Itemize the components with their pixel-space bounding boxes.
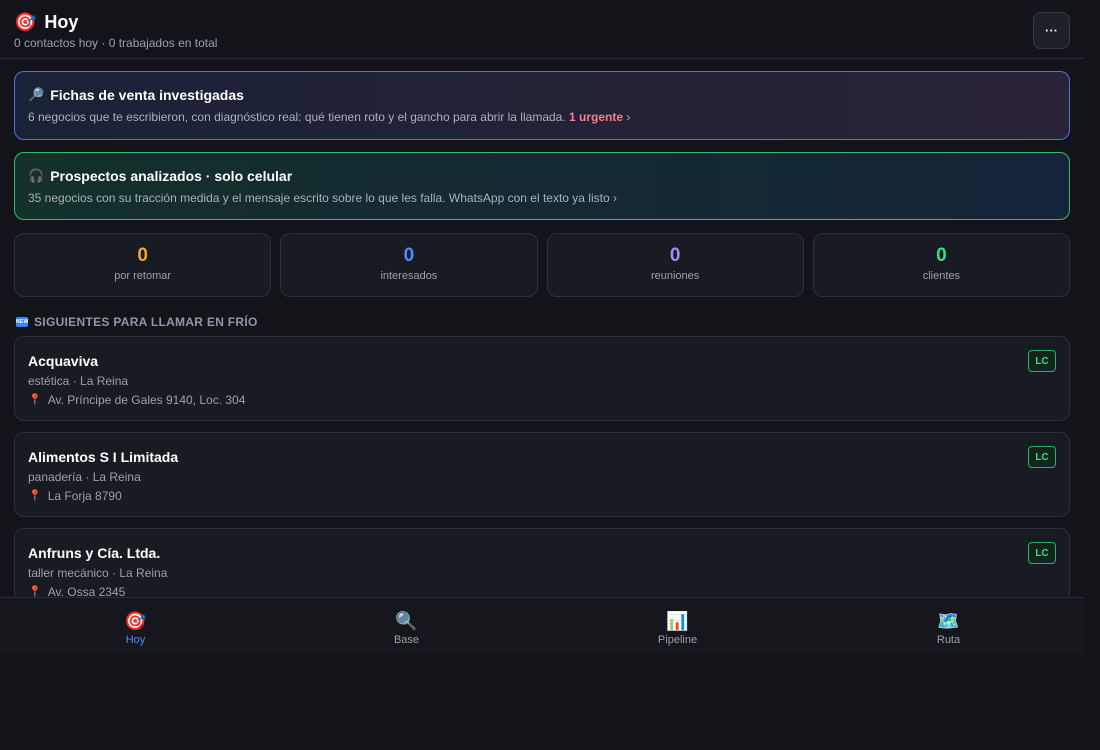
- stat-reuniones[interactable]: 0 reuniones: [546, 233, 804, 297]
- prospect-card[interactable]: Alimentos S I Limitada panadería · La Re…: [14, 432, 1070, 517]
- stat-label: clientes: [922, 270, 961, 282]
- stat-interesados[interactable]: 0 interesados: [280, 233, 538, 297]
- map-icon: 🗺️: [937, 611, 960, 631]
- nav-pipeline[interactable]: 📊 Pipeline: [542, 598, 813, 655]
- urgent-count: 1 urgente: [569, 110, 624, 124]
- map-pin-icon: 📍: [28, 586, 42, 597]
- new-badge-icon: NEW: [16, 317, 29, 327]
- stat-label: por retomar: [114, 270, 172, 282]
- stat-clientes[interactable]: 0 clientes: [812, 233, 1070, 297]
- main-content[interactable]: 🔎 Fichas de venta investigadas 6 negocio…: [14, 71, 1070, 597]
- section-heading: NEW SIGUIENTES PARA LLAMAR EN FRÍO: [16, 315, 1070, 329]
- address-text: La Forja 8790: [47, 489, 122, 503]
- banner-description: 6 negocios que te escribieron, con diagn…: [28, 109, 1056, 125]
- prospect-meta: panadería · La Reina: [28, 470, 141, 484]
- banner-title: Fichas de venta investigadas: [50, 87, 244, 103]
- address-text: Av. Ossa 2345: [47, 585, 126, 597]
- lc-badge: LC: [1028, 350, 1056, 372]
- banner-title: Prospectos analizados · solo celular: [50, 168, 293, 184]
- chevron-right-icon: ›: [626, 110, 631, 124]
- lc-badge: LC: [1028, 542, 1056, 564]
- sales-sheets-banner[interactable]: 🔎 Fichas de venta investigadas 6 negocio…: [14, 71, 1070, 140]
- prospect-card[interactable]: Anfruns y Cía. Ltda. taller mecánico · L…: [14, 528, 1070, 597]
- magnifier-icon: 🔎: [28, 87, 45, 102]
- prospect-meta: estética · La Reina: [28, 374, 129, 388]
- stat-por-retomar[interactable]: 0 por retomar: [14, 233, 272, 297]
- prospect-name: Anfruns y Cía. Ltda.: [28, 545, 161, 561]
- headphones-icon: 🎧: [28, 168, 45, 183]
- banner-title-row: 🎧 Prospectos analizados · solo celular: [28, 167, 1056, 185]
- prospect-address: 📍 Av. Ossa 2345: [28, 584, 1056, 597]
- app-root: 🎯 Hoy 0 contactos hoy · 0 trabajados en …: [0, 0, 1084, 655]
- nav-hoy[interactable]: 🎯 Hoy: [0, 598, 271, 655]
- banner-desc-text: 6 negocios que te escribieron, con diagn…: [28, 110, 566, 124]
- prospects-banner[interactable]: 🎧 Prospectos analizados · solo celular 3…: [14, 152, 1070, 220]
- ellipsis-icon: ···: [1045, 23, 1058, 38]
- page-title: Hoy: [44, 12, 79, 32]
- stat-label: interesados: [380, 270, 438, 282]
- target-icon: 🎯: [124, 611, 147, 631]
- chevron-right-icon: ›: [613, 191, 617, 205]
- lc-badge: LC: [1028, 446, 1056, 468]
- stat-label: reuniones: [650, 270, 700, 282]
- nav-ruta[interactable]: 🗺️ Ruta: [813, 598, 1084, 655]
- banner-desc-text: 35 negocios con su tracción medida y el …: [28, 191, 610, 205]
- prospect-name: Acquaviva: [28, 353, 99, 369]
- stat-value: 0: [403, 245, 415, 266]
- stats-row: 0 por retomar 0 interesados 0 reuniones …: [14, 233, 1070, 297]
- stat-value: 0: [137, 245, 148, 266]
- stat-value: 0: [936, 245, 947, 266]
- nav-label: Base: [393, 634, 420, 646]
- target-icon: 🎯: [14, 12, 37, 32]
- title-row: 🎯 Hoy: [14, 11, 1070, 33]
- prospect-address: 📍 Av. Príncipe de Gales 9140, Loc. 304: [28, 392, 1056, 408]
- address-text: Av. Príncipe de Gales 9140, Loc. 304: [47, 393, 246, 407]
- prospect-meta: taller mecánico · La Reina: [28, 566, 168, 580]
- prospect-list: Acquaviva estética · La Reina 📍 Av. Prín…: [14, 336, 1070, 597]
- prospect-card[interactable]: Acquaviva estética · La Reina 📍 Av. Prín…: [14, 336, 1070, 421]
- prospect-name: Alimentos S I Limitada: [28, 449, 179, 465]
- page-subtitle: 0 contactos hoy · 0 trabajados en total: [14, 36, 218, 50]
- section-title: SIGUIENTES PARA LLAMAR EN FRÍO: [34, 315, 258, 329]
- nav-label: Pipeline: [657, 634, 698, 646]
- map-pin-icon: 📍: [28, 490, 42, 502]
- map-pin-icon: 📍: [28, 394, 42, 406]
- search-icon: 🔍: [395, 611, 418, 631]
- nav-base[interactable]: 🔍 Base: [271, 598, 542, 655]
- page-header: 🎯 Hoy 0 contactos hoy · 0 trabajados en …: [0, 0, 1084, 59]
- banner-description: 35 negocios con su tracción medida y el …: [28, 190, 1056, 206]
- banner-title-row: 🔎 Fichas de venta investigadas: [28, 86, 1056, 104]
- nav-label: Ruta: [936, 634, 961, 646]
- bottom-nav: 🎯 Hoy 🔍 Base 📊 Pipeline 🗺️ Ruta: [0, 597, 1084, 655]
- more-menu-button[interactable]: ···: [1033, 12, 1070, 49]
- stat-value: 0: [669, 245, 681, 266]
- prospect-address: 📍 La Forja 8790: [28, 488, 1056, 504]
- bar-chart-icon: 📊: [666, 611, 689, 631]
- nav-label: Hoy: [125, 634, 146, 646]
